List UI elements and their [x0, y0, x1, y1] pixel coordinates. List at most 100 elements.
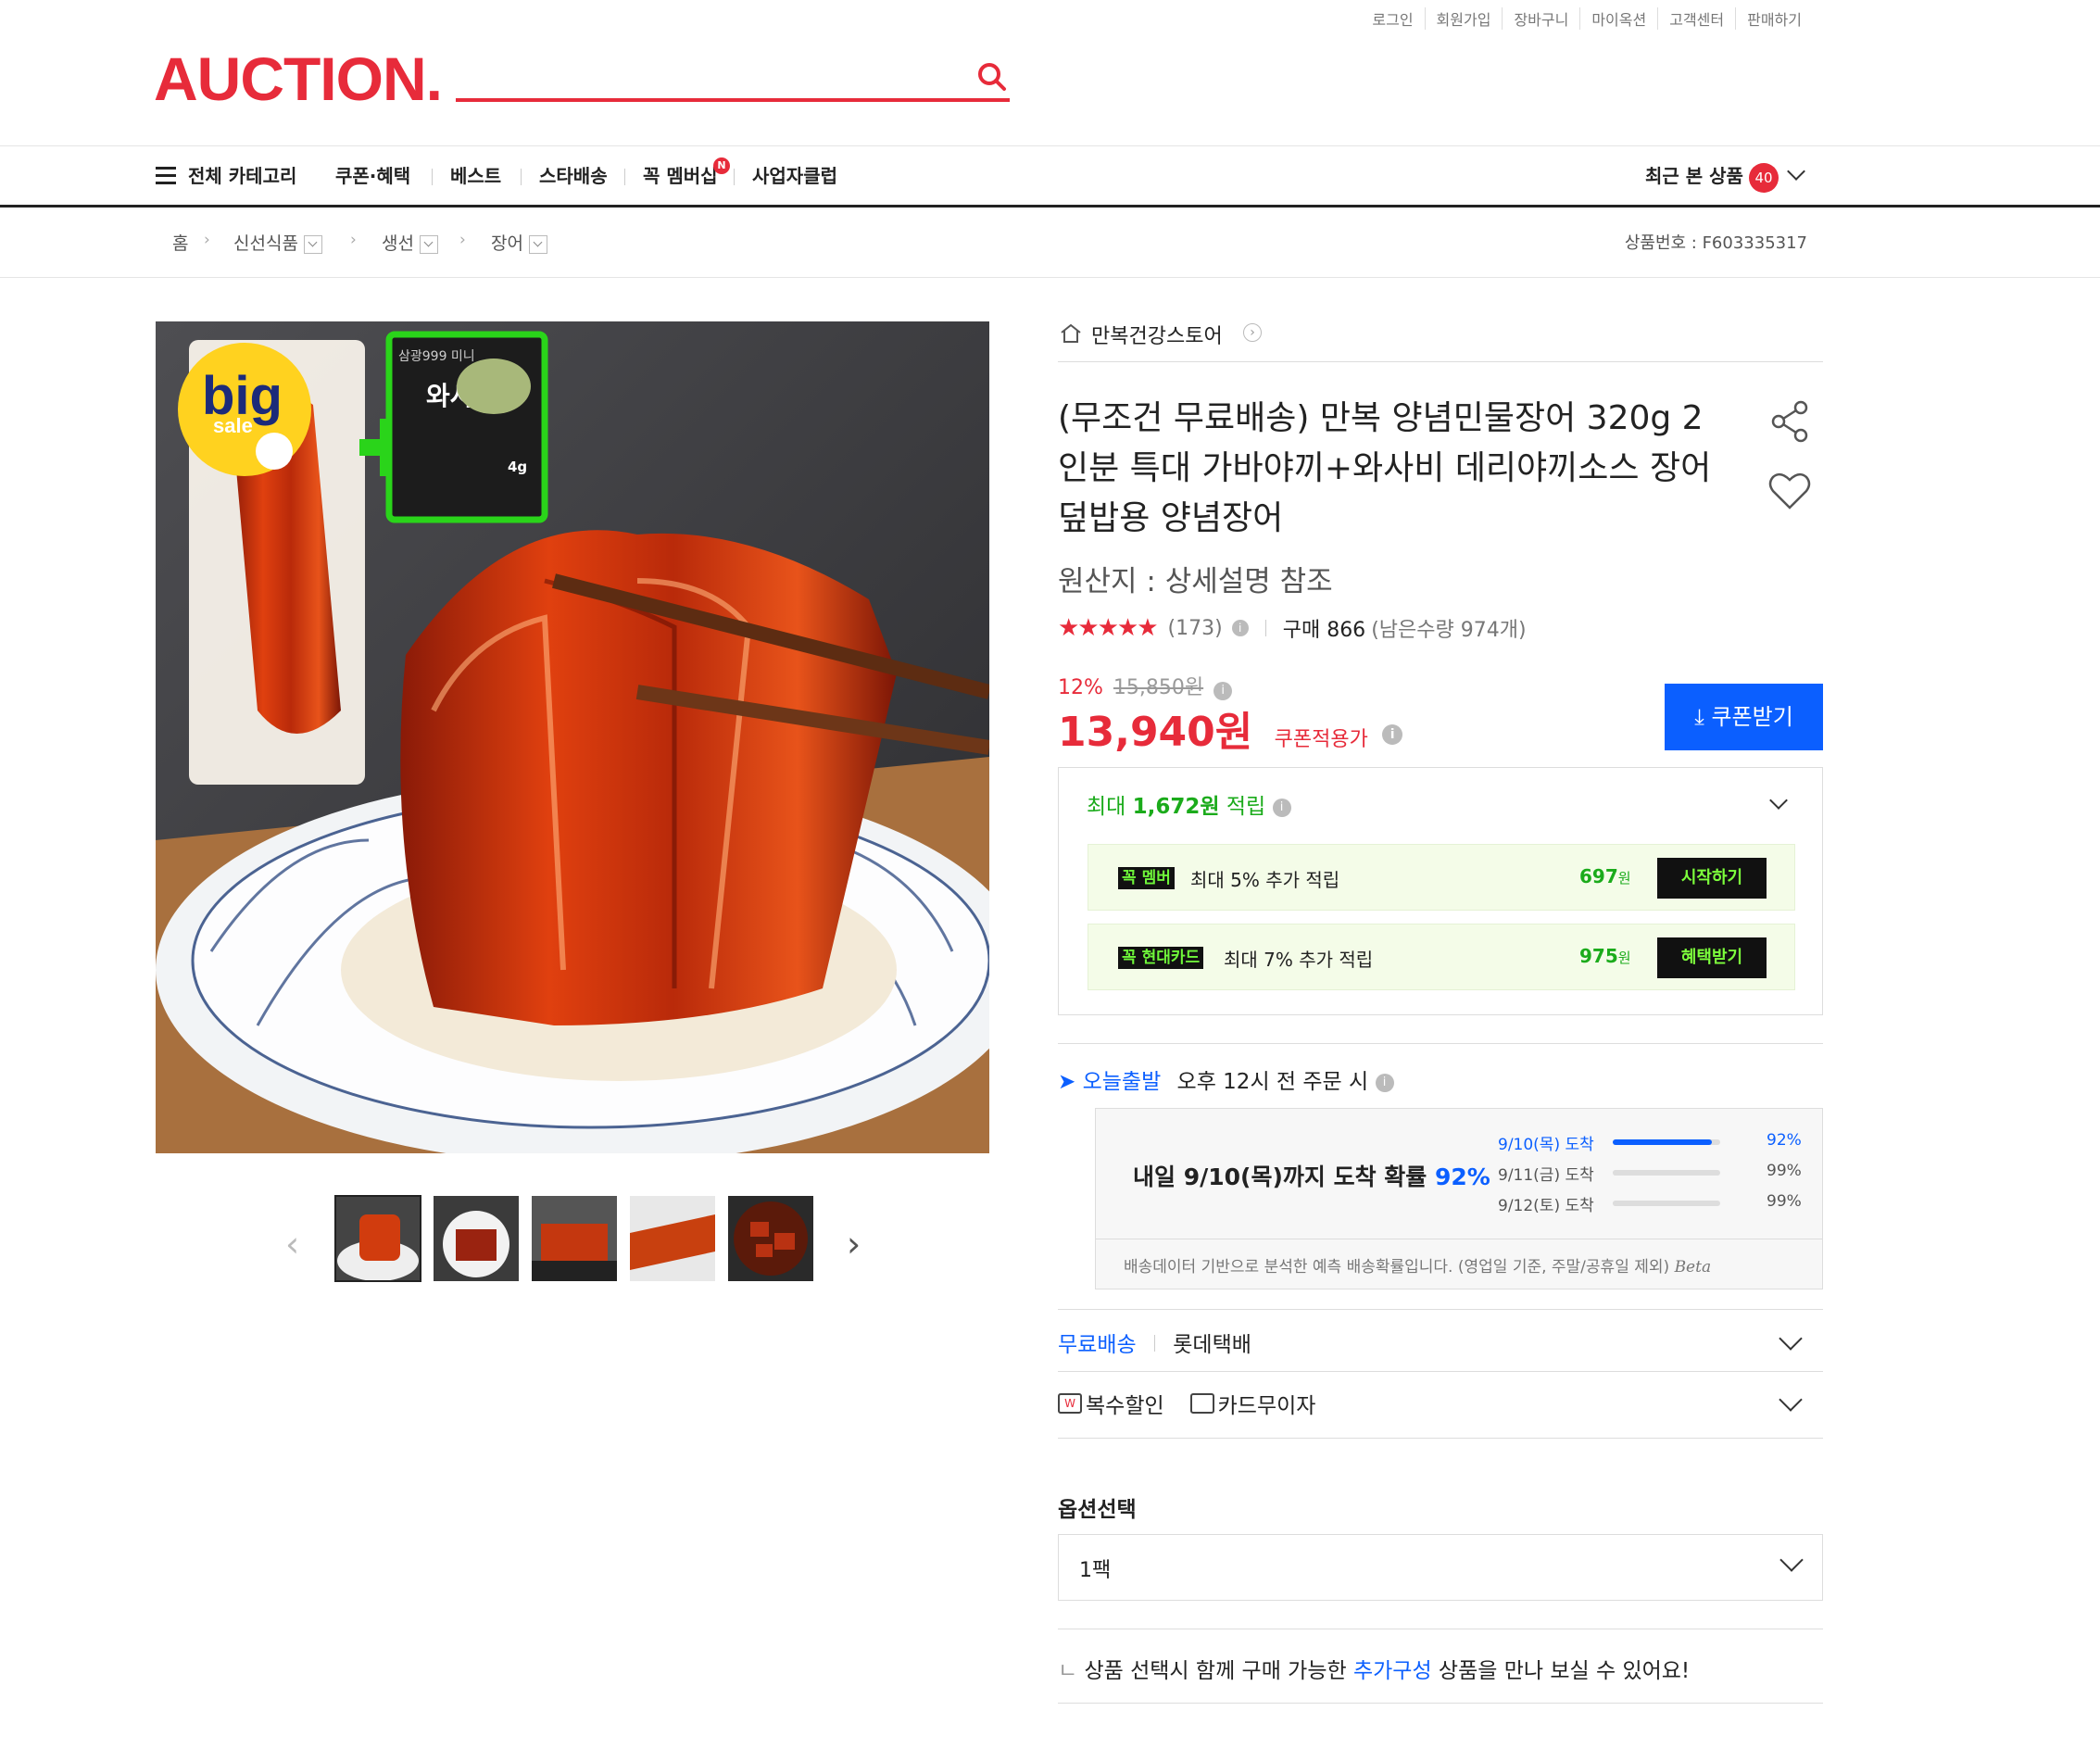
- customer-center-link[interactable]: 고객센터: [1657, 7, 1735, 30]
- breadcrumb-home[interactable]: 홈: [172, 230, 188, 255]
- probability-note: 배송데이터 기반으로 분석한 예측 배송확률입니다. (영업일 기준, 주말/공…: [1124, 1253, 1711, 1277]
- info-icon[interactable]: i: [1375, 1073, 1394, 1092]
- dropdown-icon[interactable]: [528, 234, 547, 254]
- cart-link[interactable]: 장바구니: [1502, 7, 1579, 30]
- info-icon[interactable]: i: [1213, 682, 1233, 700]
- chevron-left-icon[interactable]: ‹: [285, 1224, 299, 1264]
- chevron-down-icon[interactable]: [1779, 1327, 1803, 1351]
- today-shipping-row: ➤ 오늘출발 오후 12시 전 주문 시 i: [1058, 1063, 1394, 1095]
- corner-icon: ㄴ: [1058, 1659, 1078, 1683]
- thumbnail-5[interactable]: [728, 1196, 813, 1281]
- nav-membership[interactable]: 꼭 멤버십: [643, 146, 718, 206]
- today-shipping-label: 오늘출발: [1082, 1070, 1162, 1094]
- original-price: 15,850원: [1113, 676, 1204, 699]
- multi-discount-label: 복수할인: [1086, 1394, 1164, 1418]
- nav-divider: [624, 169, 625, 185]
- chevron-right-icon[interactable]: ›: [847, 1224, 861, 1264]
- card-badge: 꼭 현대카드: [1118, 947, 1204, 969]
- addon-link[interactable]: 추가구성: [1353, 1659, 1432, 1683]
- store-row[interactable]: 만복건강스토어 ›: [1058, 320, 1823, 362]
- breadcrumb-label: 장어: [491, 233, 523, 254]
- nav-divider: [432, 169, 433, 185]
- probability-headline: 내일 9/10(목)까지 도착 확률 92%: [1133, 1159, 1490, 1192]
- chevron-right-icon[interactable]: ›: [1243, 323, 1262, 342]
- breadcrumb-level-1[interactable]: 신선식품: [233, 230, 322, 255]
- points-row-desc: 최대 5% 추가 적립: [1190, 869, 1340, 891]
- coupon-download-button[interactable]: ⤓ 쿠폰받기: [1665, 684, 1823, 750]
- headline-text: 내일 9/10(목)까지 도착 확률: [1133, 1164, 1435, 1190]
- arrival-pct: 99%: [1767, 1192, 1802, 1211]
- heart-icon[interactable]: [1767, 471, 1812, 511]
- search-input[interactable]: [456, 56, 1010, 102]
- recent-items-label[interactable]: 최근 본 상품: [1645, 146, 1743, 206]
- chevron-down-icon[interactable]: [1769, 791, 1788, 810]
- login-link[interactable]: 로그인: [1361, 7, 1424, 30]
- arrival-date: 9/12(토) 도착: [1498, 1197, 1594, 1215]
- probability-bar: [1613, 1201, 1720, 1206]
- points-summary[interactable]: 최대 1,672원 적립 i: [1087, 788, 1291, 820]
- info-icon[interactable]: i: [1231, 620, 1249, 636]
- badge-label: 현대카드: [1141, 949, 1201, 967]
- probability-bar-fill: [1613, 1139, 1712, 1145]
- points-prefix: 최대: [1087, 795, 1133, 819]
- nav-coupons[interactable]: 쿠폰·혜택: [335, 146, 410, 206]
- thumbnail-4[interactable]: [630, 1196, 715, 1281]
- info-icon[interactable]: i: [1272, 798, 1291, 817]
- addon-notice: ㄴ 상품 선택시 함께 구매 가능한 추가구성 상품을 만나 보실 수 있어요!: [1058, 1653, 1690, 1684]
- product-title: (무조건 무료배송) 만복 양념민물장어 320g 2인분 특대 가바야끼+와사…: [1058, 399, 1712, 537]
- product-number: 상품번호 : F603335317: [1624, 233, 1807, 253]
- chevron-right-icon: ›: [459, 231, 466, 249]
- remaining-stock: (남은수량 974개): [1371, 619, 1527, 642]
- nav-star-delivery[interactable]: 스타배송: [539, 146, 608, 206]
- divider: [1058, 1309, 1823, 1310]
- card-benefit-button[interactable]: 혜택받기: [1657, 937, 1767, 978]
- multi-discount-icon: W: [1058, 1393, 1082, 1414]
- chevron-down-icon[interactable]: [1787, 162, 1805, 181]
- auction-logo[interactable]: AUCTION.: [154, 48, 443, 109]
- download-icon: ⤓: [1694, 704, 1704, 730]
- free-shipping-label: 무료배송: [1058, 1333, 1137, 1357]
- divider: [1058, 1371, 1823, 1372]
- info-icon[interactable]: i: [1382, 724, 1403, 745]
- probability-row: 9/12(토) 도착 99%: [1498, 1192, 1813, 1215]
- search-icon[interactable]: [976, 61, 1008, 93]
- nav-business-club[interactable]: 사업자클럽: [752, 146, 837, 206]
- dropdown-icon[interactable]: [303, 234, 322, 254]
- menu-icon[interactable]: [156, 167, 176, 185]
- dropdown-icon[interactable]: [419, 234, 438, 254]
- points-value: 975: [1579, 945, 1618, 967]
- breadcrumb-level-3[interactable]: 장어: [491, 230, 547, 255]
- probability-row: 9/10(목) 도착 92%: [1498, 1131, 1813, 1154]
- my-auction-link[interactable]: 마이옥션: [1579, 7, 1657, 30]
- chevron-right-icon: ›: [204, 231, 210, 249]
- breadcrumb: 홈 › 신선식품 › 생선 › 장어 상품번호 : F603335317: [0, 208, 2100, 278]
- store-icon: [1061, 323, 1081, 343]
- nav-divider: [521, 169, 522, 185]
- sell-link[interactable]: 판매하기: [1735, 7, 1813, 30]
- benefits-row[interactable]: W 복수할인 카드무이자: [1058, 1388, 1315, 1419]
- thumbnail-3[interactable]: [532, 1196, 617, 1281]
- nav-best[interactable]: 베스트: [450, 146, 501, 206]
- store-name[interactable]: 만복건강스토어: [1091, 320, 1223, 349]
- thumbnail-1[interactable]: [334, 1195, 421, 1282]
- shipping-row[interactable]: 무료배송 롯데택배: [1058, 1327, 1251, 1358]
- arrival-pct: 99%: [1767, 1162, 1802, 1180]
- start-membership-button[interactable]: 시작하기: [1657, 858, 1767, 899]
- main-product-image: big sale 삼광999 미니 와사비 4g: [156, 321, 989, 1153]
- nav-all-categories[interactable]: 전체 카테고리: [188, 146, 296, 206]
- option-select[interactable]: 1팩: [1058, 1534, 1823, 1601]
- probability-row: 9/11(금) 도착 99%: [1498, 1162, 1813, 1185]
- review-count[interactable]: (173): [1168, 617, 1223, 640]
- final-price-row: 13,940원 쿠폰적용가 i: [1058, 698, 1403, 758]
- beta-label: Beta: [1674, 1258, 1712, 1277]
- addon-text-a: 상품 선택시 함께 구매 가능한: [1084, 1659, 1353, 1683]
- membership-badge: 꼭 멤버: [1118, 867, 1175, 889]
- arrival-pct: 92%: [1767, 1131, 1802, 1150]
- thumbnail-2[interactable]: [434, 1196, 519, 1281]
- arrival-date: 9/11(금) 도착: [1498, 1166, 1594, 1185]
- share-icon[interactable]: [1769, 400, 1812, 443]
- chevron-down-icon[interactable]: [1779, 1388, 1803, 1412]
- membership-points-row: 꼭 멤버 최대 5% 추가 적립 697원 시작하기: [1088, 844, 1795, 911]
- signup-link[interactable]: 회원가입: [1424, 7, 1503, 30]
- breadcrumb-level-2[interactable]: 생선: [382, 230, 438, 255]
